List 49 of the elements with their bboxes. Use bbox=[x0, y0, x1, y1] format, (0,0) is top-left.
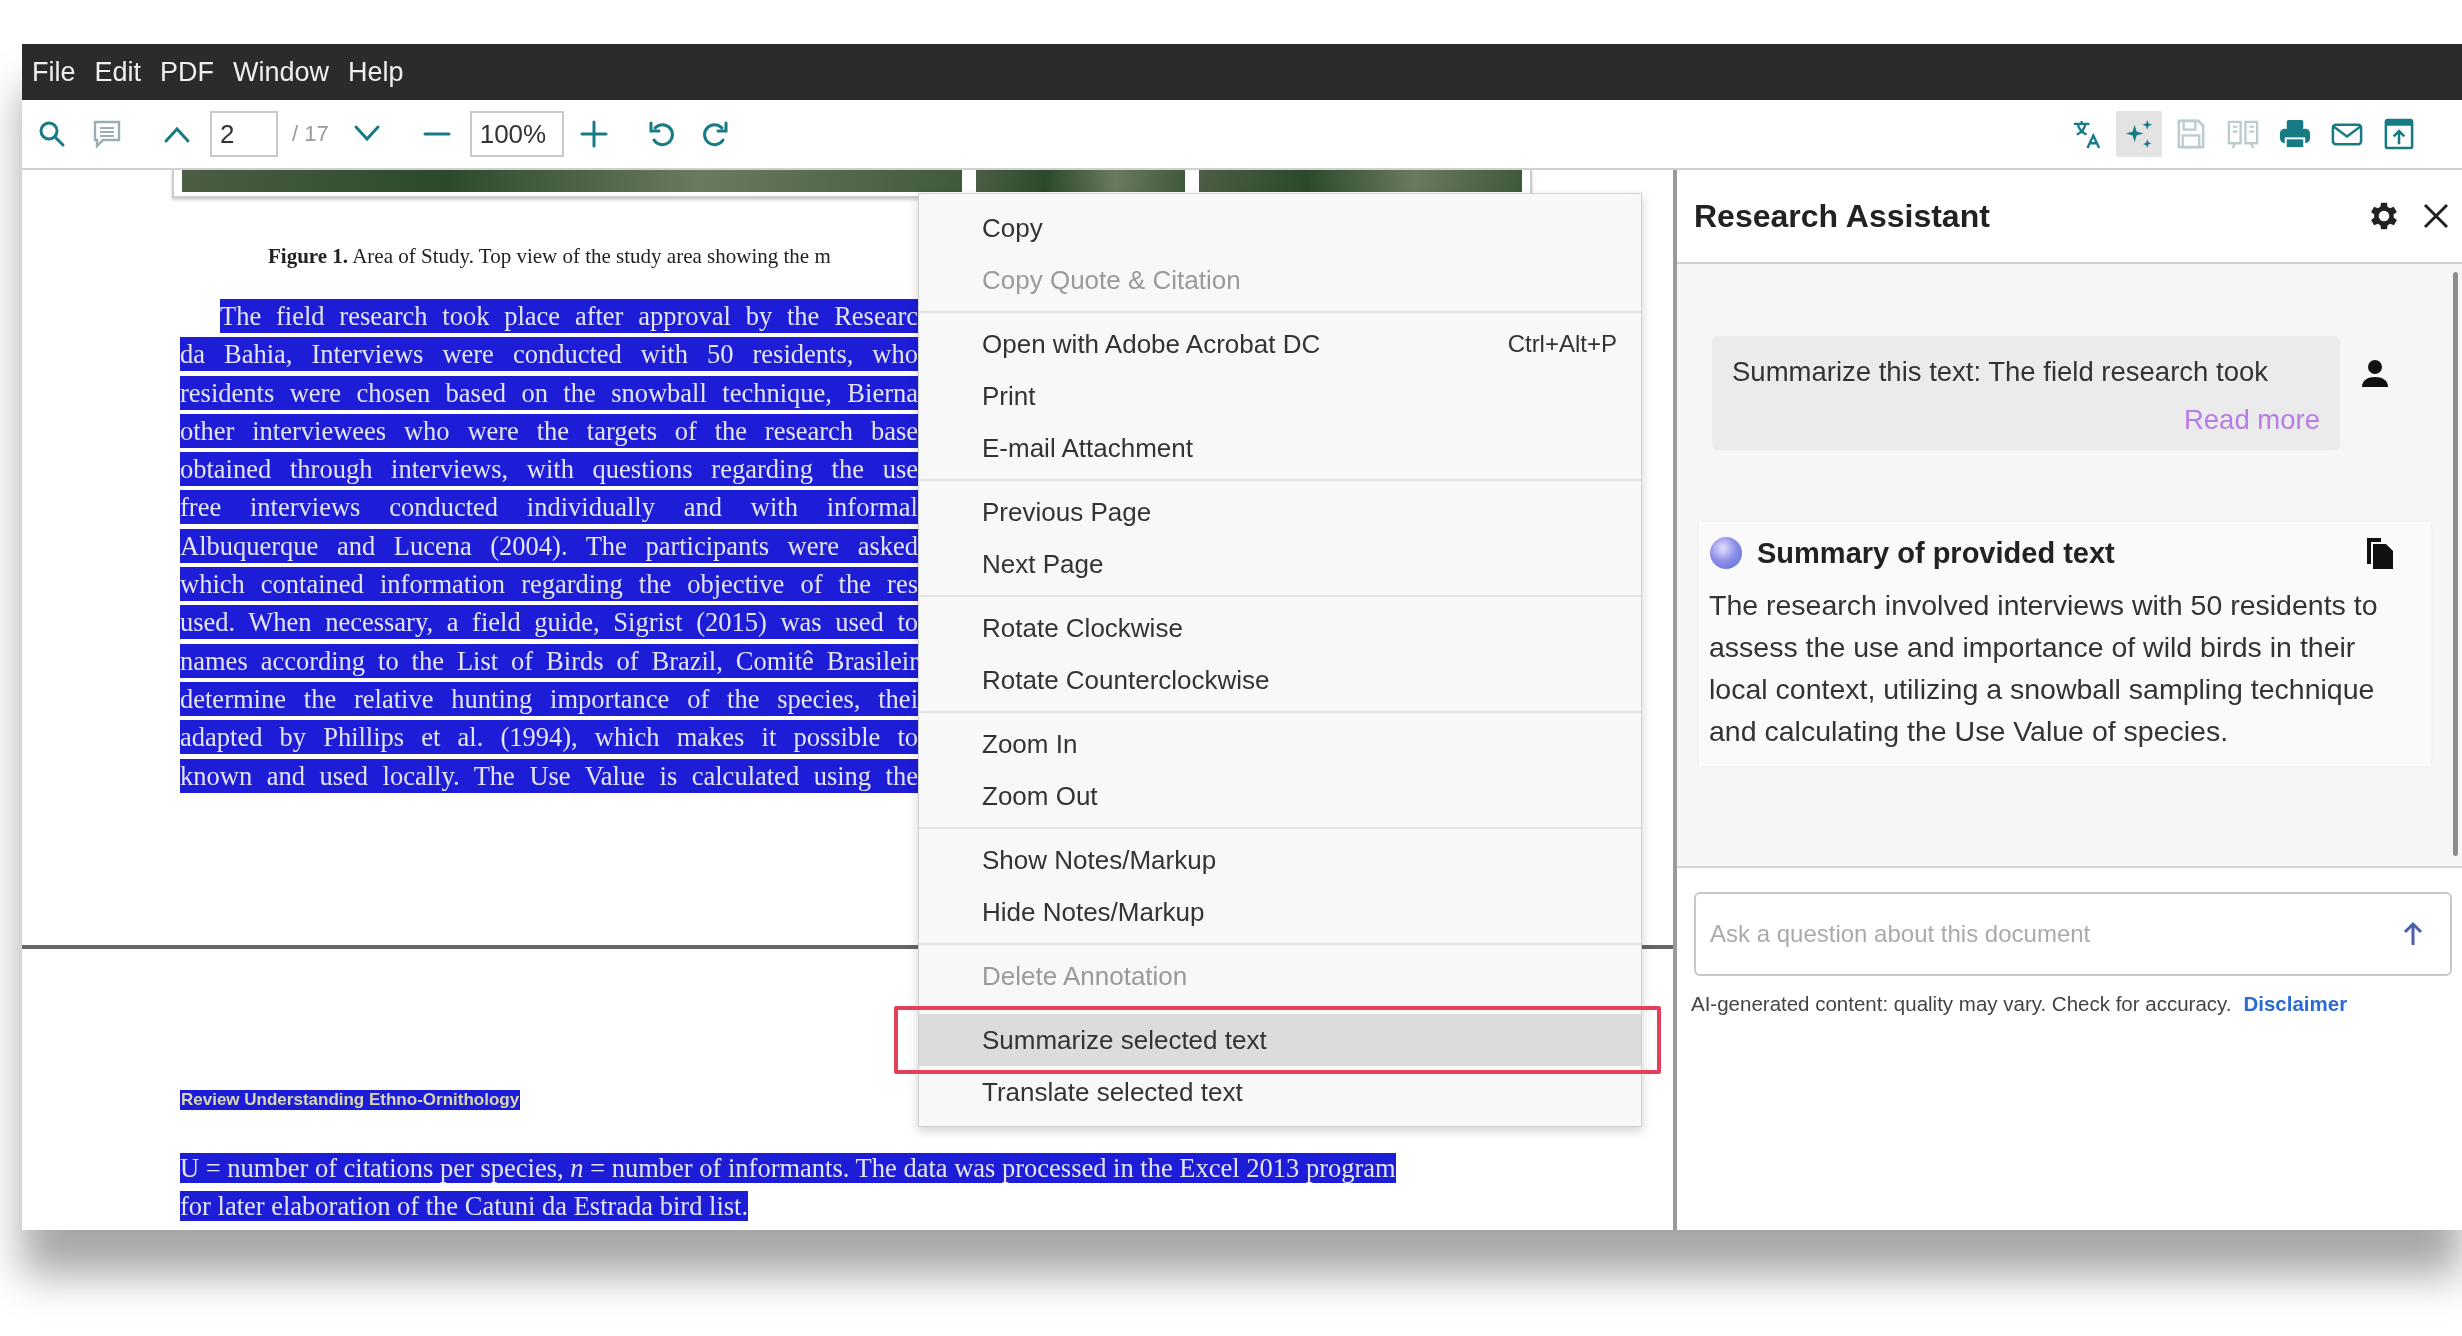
menu-item[interactable]: Open with Adobe Acrobat DC Ctrl+Alt+P bbox=[919, 318, 1641, 370]
printer-icon[interactable] bbox=[2278, 117, 2312, 151]
question-field[interactable]: Ask a question about this document bbox=[1694, 892, 2452, 976]
page-count: / 17 bbox=[292, 121, 329, 147]
menu-item[interactable]: Show Notes/Markup bbox=[919, 834, 1641, 886]
disclaimer-text: AI-generated content: quality may vary. Check for accuracy. bbox=[1691, 992, 2232, 1016]
menu-item[interactable]: Help bbox=[348, 56, 417, 88]
chevron-up-icon[interactable] bbox=[163, 124, 191, 144]
shortcut-label: Ctrl+Alt+P bbox=[1507, 330, 1617, 358]
chevron-down-icon[interactable] bbox=[352, 124, 381, 144]
menu-item[interactable]: Next Page bbox=[919, 538, 1641, 590]
menu-item[interactable]: Window bbox=[233, 56, 343, 88]
person-icon bbox=[2360, 358, 2390, 388]
message-text: Summarize this text: The field research took bbox=[1732, 356, 2268, 388]
rotate-left-icon[interactable] bbox=[647, 120, 676, 148]
section-heading: Review Understanding Ethno-Ornithology bbox=[180, 1089, 521, 1110]
sphere-icon bbox=[1709, 536, 1743, 570]
menu-item[interactable]: Rotate Clockwise bbox=[919, 602, 1641, 654]
menu-item[interactable]: Translate selected text bbox=[919, 1066, 1641, 1118]
sparkle-tool-button[interactable] bbox=[2116, 111, 2162, 157]
menu-item[interactable]: Edit bbox=[94, 56, 155, 88]
zoom-field[interactable]: 100% bbox=[469, 111, 564, 157]
menu-item[interactable]: Copy bbox=[919, 202, 1641, 254]
panel-title: Research Assistant bbox=[1694, 197, 1991, 235]
search-icon[interactable] bbox=[38, 120, 66, 148]
menu-item[interactable]: Hide Notes/Markup bbox=[919, 886, 1641, 938]
menu-item[interactable]: E-mail Attachment bbox=[919, 422, 1641, 474]
page-number-field[interactable]: 2 bbox=[210, 111, 278, 157]
menu-item[interactable]: Zoom Out bbox=[919, 770, 1641, 822]
menu-item[interactable]: Zoom In bbox=[919, 718, 1641, 770]
menu-item-label: Open with Adobe Acrobat DC bbox=[982, 328, 1321, 360]
rotate-right-icon[interactable] bbox=[700, 120, 729, 148]
menu-item[interactable]: PDF bbox=[160, 56, 228, 88]
scrollbar[interactable] bbox=[2453, 272, 2458, 856]
plus-icon[interactable] bbox=[579, 120, 608, 148]
menu-item[interactable]: Summarize selected text bbox=[919, 1014, 1641, 1066]
copy-icon[interactable] bbox=[2365, 536, 2395, 570]
disclaimer-link[interactable]: Disclaimer bbox=[2243, 992, 2348, 1016]
menu-item[interactable]: File bbox=[32, 56, 89, 88]
summary-text: The research involved interviews with 50 residents to assess the use and importance of wild birds in their local context, utilizing a snowball sampling technique and calculating the Use Value of species. bbox=[1709, 588, 2379, 749]
upload-icon[interactable] bbox=[2382, 117, 2416, 151]
figure-caption: Figure 1. Area of Study. Top view of the study area showing the m bbox=[268, 244, 832, 269]
menu-item[interactable]: Print bbox=[919, 370, 1641, 422]
menu-item[interactable]: Rotate Counterclockwise bbox=[919, 654, 1641, 706]
menu-item[interactable]: Previous Page bbox=[919, 486, 1641, 538]
arrow-up-icon[interactable] bbox=[2402, 921, 2424, 947]
close-icon[interactable] bbox=[2422, 202, 2450, 230]
summary-title: Summary of provided text bbox=[1757, 536, 2116, 570]
minus-icon[interactable] bbox=[422, 131, 451, 137]
